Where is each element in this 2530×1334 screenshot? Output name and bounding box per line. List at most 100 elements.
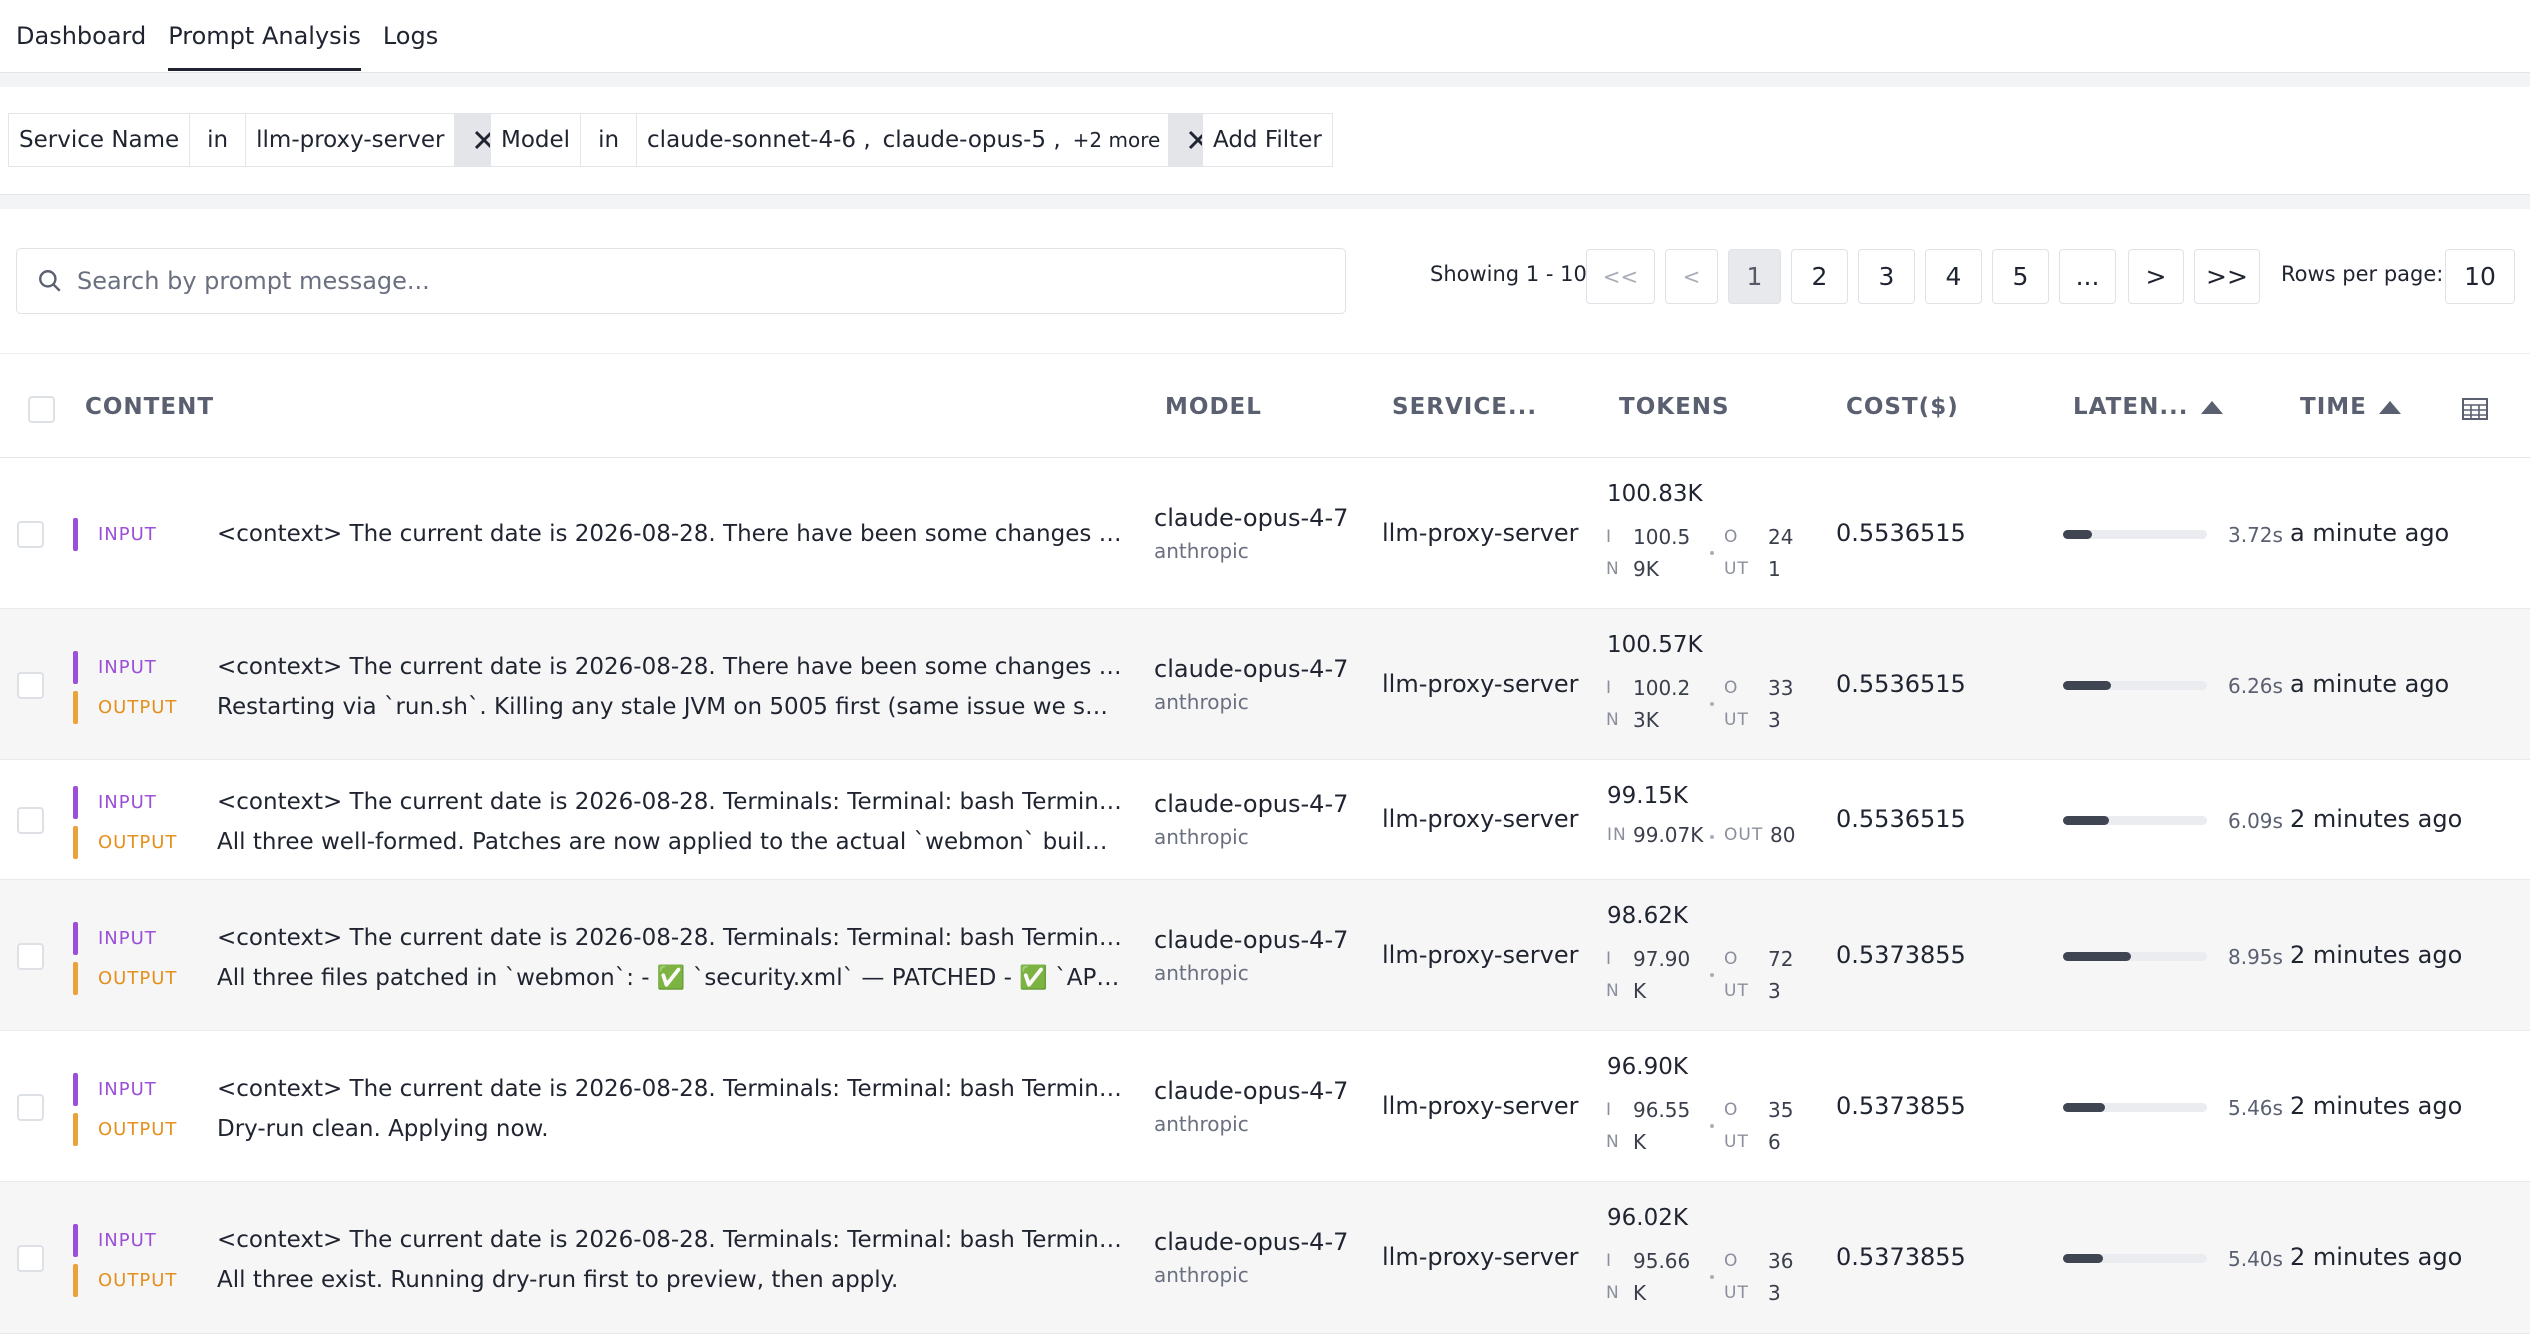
tokens-separator bbox=[1710, 835, 1714, 839]
column-cost[interactable]: COST($) bbox=[1846, 394, 1959, 420]
input-tag-label: INPUT bbox=[98, 792, 157, 813]
filter-field: Service Name bbox=[9, 114, 191, 166]
column-tokens[interactable]: TOKENS bbox=[1619, 394, 1730, 420]
tokens-in-value: 96.55K bbox=[1633, 1097, 1691, 1154]
filter-more-values[interactable]: +2 more bbox=[1067, 114, 1170, 166]
output-message[interactable]: All three well-formed. Patches are now a… bbox=[217, 827, 1122, 857]
tokens-in-label: IN bbox=[1606, 526, 1620, 579]
input-tag-bar bbox=[73, 650, 78, 684]
last-page-button[interactable]: >> bbox=[2194, 249, 2260, 304]
time-value: 2 minutes ago bbox=[2290, 1091, 2463, 1120]
output-tag-bar bbox=[73, 826, 78, 859]
service-name: llm-proxy-server bbox=[1382, 1243, 1579, 1271]
table-row[interactable]: INPUT <context> The current date is 2026-… bbox=[0, 458, 2530, 609]
tokens-in-value: 97.90K bbox=[1633, 946, 1691, 1003]
row-checkbox[interactable] bbox=[17, 807, 44, 834]
output-tag-label: OUTPUT bbox=[98, 1270, 178, 1291]
input-message[interactable]: <context> The current date is 2026-08-28… bbox=[217, 923, 1122, 953]
column-time[interactable]: TIME bbox=[2300, 394, 2401, 420]
tokens-out-value: 356 bbox=[1768, 1097, 1794, 1154]
tokens-in-value: 99.07K bbox=[1633, 823, 1704, 847]
search-input[interactable] bbox=[77, 267, 1277, 295]
filter-chip-model[interactable]: Model in claude-sonnet-4-6 , claude-opus… bbox=[490, 113, 1229, 167]
tokens-in-label: IN bbox=[1606, 1099, 1620, 1152]
time-value: a minute ago bbox=[2290, 669, 2450, 698]
tokens-in-label: IN bbox=[1606, 1251, 1620, 1303]
table-row[interactable]: INPUT <context> The current date is 2026-… bbox=[0, 1031, 2530, 1182]
select-all-checkbox[interactable] bbox=[28, 396, 55, 423]
tokens-separator bbox=[1710, 1123, 1714, 1128]
input-message[interactable]: <context> The current date is 2026-08-28… bbox=[217, 519, 1122, 549]
sort-up-icon[interactable] bbox=[2200, 400, 2223, 414]
column-latency[interactable]: LATEN... bbox=[2073, 394, 2223, 420]
row-checkbox[interactable] bbox=[17, 942, 44, 970]
time-value: 2 minutes ago bbox=[2290, 1243, 2463, 1271]
input-message[interactable]: <context> The current date is 2026-08-28… bbox=[217, 652, 1122, 682]
latency-bar-fill bbox=[2063, 816, 2109, 825]
output-message[interactable]: Restarting via `run.sh`. Killing any sta… bbox=[217, 692, 1122, 722]
table-row[interactable]: INPUT <context> The current date is 2026-… bbox=[0, 880, 2530, 1031]
latency-bar-fill bbox=[2063, 680, 2111, 690]
service-name: llm-proxy-server bbox=[1382, 940, 1579, 969]
next-page-button[interactable]: > bbox=[2128, 249, 2184, 304]
search-box[interactable] bbox=[16, 248, 1346, 314]
input-message[interactable]: <context> The current date is 2026-08-28… bbox=[217, 1074, 1122, 1104]
input-tag-bar bbox=[73, 786, 78, 819]
latency-bar bbox=[2063, 1254, 2207, 1263]
tokens-total: 98.62K bbox=[1607, 902, 1688, 929]
tokens-in-value: 100.23K bbox=[1633, 675, 1691, 732]
cost-value: 0.5536515 bbox=[1836, 518, 1966, 547]
column-content[interactable]: CONTENT bbox=[85, 394, 214, 420]
row-checkbox[interactable] bbox=[17, 520, 44, 548]
output-tag-bar bbox=[73, 1112, 78, 1146]
table-columns-icon[interactable] bbox=[2462, 398, 2488, 420]
output-message[interactable]: All three exist. Running dry-run first t… bbox=[217, 1265, 1122, 1295]
output-tag-bar bbox=[73, 961, 78, 995]
first-page-button[interactable]: << bbox=[1586, 249, 1655, 304]
row-checkbox[interactable] bbox=[17, 1093, 44, 1121]
row-checkbox[interactable] bbox=[17, 671, 44, 699]
input-tag: INPUT bbox=[73, 786, 157, 819]
latency-value: 3.72s bbox=[2228, 522, 2283, 547]
latency-bar bbox=[2063, 529, 2207, 539]
page-3-button[interactable]: 3 bbox=[1858, 249, 1915, 304]
tokens-in-label: IN bbox=[1606, 677, 1620, 730]
tokens-out-label: OUT bbox=[1724, 526, 1749, 579]
output-tag: OUTPUT bbox=[73, 826, 177, 859]
model-name: claude-opus-4-7 bbox=[1154, 1228, 1349, 1256]
input-message[interactable]: <context> The current date is 2026-08-28… bbox=[217, 1225, 1122, 1255]
page-ellipsis-button[interactable]: ... bbox=[2059, 249, 2116, 304]
page-1-button[interactable]: 1 bbox=[1728, 249, 1781, 304]
divider bbox=[0, 73, 2530, 87]
tab-prompt-analysis[interactable]: Prompt Analysis bbox=[168, 0, 361, 73]
add-filter-button[interactable]: Add Filter bbox=[1202, 113, 1333, 167]
time-value: 2 minutes ago bbox=[2290, 940, 2463, 969]
table-row[interactable]: INPUT <context> The current date is 2026-… bbox=[0, 1182, 2530, 1334]
output-message[interactable]: Dry-run clean. Applying now. bbox=[217, 1114, 1122, 1144]
tab-logs[interactable]: Logs bbox=[383, 0, 438, 73]
prev-page-button[interactable]: < bbox=[1665, 249, 1718, 304]
tokens-separator bbox=[1710, 972, 1714, 977]
table-row[interactable]: INPUT <context> The current date is 2026-… bbox=[0, 760, 2530, 880]
page-5-button[interactable]: 5 bbox=[1992, 249, 2049, 304]
column-service[interactable]: SERVICE... bbox=[1392, 394, 1537, 420]
tokens-in-value: 95.66K bbox=[1633, 1249, 1691, 1305]
tab-dashboard[interactable]: Dashboard bbox=[16, 0, 146, 73]
input-tag: INPUT bbox=[73, 517, 157, 551]
page-4-button[interactable]: 4 bbox=[1925, 249, 1982, 304]
table-row[interactable]: INPUT <context> The current date is 2026-… bbox=[0, 609, 2530, 760]
column-model[interactable]: MODEL bbox=[1165, 394, 1262, 420]
sort-up-icon[interactable] bbox=[2378, 400, 2401, 414]
latency-value: 5.40s bbox=[2228, 1247, 2283, 1271]
page-2-button[interactable]: 2 bbox=[1791, 249, 1848, 304]
time-value: a minute ago bbox=[2290, 518, 2450, 547]
filter-chip-service[interactable]: Service Name in llm-proxy-server bbox=[8, 113, 515, 167]
row-checkbox[interactable] bbox=[17, 1245, 44, 1272]
input-message[interactable]: <context> The current date is 2026-08-28… bbox=[217, 787, 1122, 817]
output-message[interactable]: All three files patched in `webmon`: - ✅… bbox=[217, 963, 1122, 993]
tokens-total: 99.15K bbox=[1607, 783, 1688, 809]
model-provider: anthropic bbox=[1154, 689, 1249, 714]
rows-per-page-select[interactable]: 10 bbox=[2445, 249, 2515, 304]
input-tag-bar bbox=[73, 921, 78, 955]
model-name: claude-opus-4-7 bbox=[1154, 790, 1349, 818]
